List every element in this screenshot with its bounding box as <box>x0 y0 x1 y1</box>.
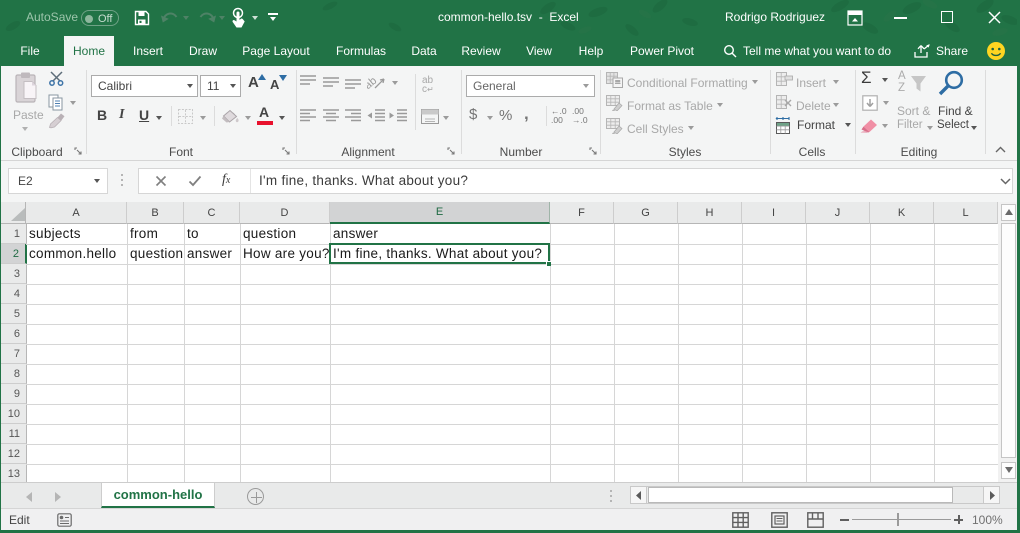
svg-text:ab: ab <box>367 75 379 90</box>
